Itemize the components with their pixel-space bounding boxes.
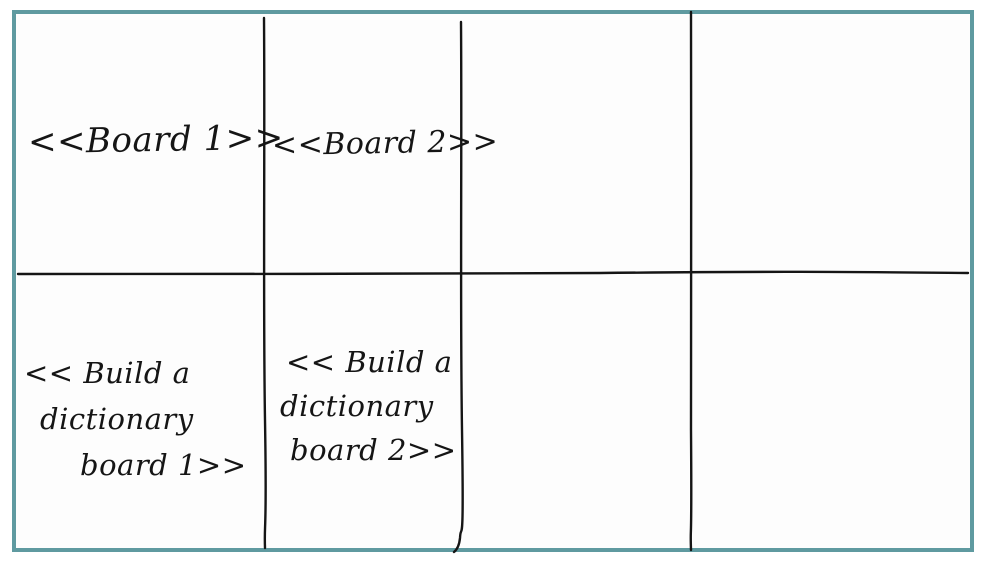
dictionary-board-2-label: << Build a dictionary board 2>> <box>280 340 457 472</box>
dictionary-board-2-line-2: dictionary <box>280 389 434 423</box>
dictionary-board-1-line-3: board 1>> <box>80 448 247 482</box>
vertical-divider-3 <box>689 10 693 552</box>
board-2-label: <<Board 2>> <box>271 124 499 163</box>
vertical-divider-1 <box>262 16 267 550</box>
horizontal-divider <box>16 270 970 276</box>
board-1-label: <<Board 1>> <box>27 117 284 163</box>
dictionary-board-2-line-3: board 2>> <box>290 433 457 467</box>
vertical-divider-2 <box>452 20 464 554</box>
dictionary-board-1-line-2: dictionary <box>40 402 194 436</box>
dictionary-board-1-label: << Build a dictionary board 1>> <box>24 350 247 488</box>
dictionary-board-2-line-1: << Build a <box>286 345 453 379</box>
dictionary-board-1-line-1: << Build a <box>24 356 191 390</box>
